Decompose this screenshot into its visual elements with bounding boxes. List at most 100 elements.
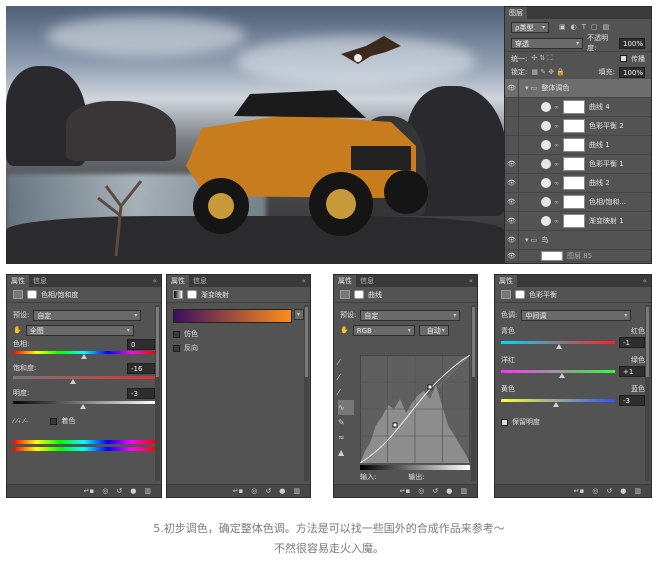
- eye-icon[interactable]: [505, 98, 519, 116]
- layer-row[interactable]: 👁 ∞ 色彩平衡 1: [505, 155, 651, 174]
- yellow-blue-slider[interactable]: [501, 399, 615, 407]
- scrollbar[interactable]: [155, 305, 160, 481]
- unify-icons[interactable]: ✣ ⇅ ⛶: [531, 54, 552, 63]
- tab-layers[interactable]: 图层: [505, 7, 527, 19]
- curve-graph[interactable]: [360, 355, 470, 463]
- trash-icon[interactable]: ▥: [634, 487, 641, 495]
- layer-row[interactable]: 👁 图层 85: [505, 250, 651, 262]
- white-eyedropper-icon[interactable]: ⁄: [338, 385, 354, 400]
- tab-info[interactable]: 信息: [356, 275, 378, 287]
- reset-icon[interactable]: ↺: [116, 487, 122, 495]
- saturation-slider[interactable]: [13, 376, 155, 384]
- smart-filter-icon[interactable]: ▤: [603, 23, 610, 31]
- text-filter-icon[interactable]: T: [582, 23, 586, 31]
- trash-icon[interactable]: ▥: [144, 487, 151, 495]
- layer-group-bird[interactable]: 👁 ▾ ▭ 鸟: [505, 231, 651, 250]
- clip-icon[interactable]: ↵▪: [233, 487, 244, 495]
- tone-select[interactable]: 中间调: [521, 309, 632, 321]
- eye-icon[interactable]: 👁: [505, 79, 519, 97]
- visibility-icon[interactable]: ●: [620, 487, 626, 495]
- trash-icon[interactable]: ▥: [293, 487, 300, 495]
- magenta-green-slider[interactable]: [501, 370, 615, 378]
- hue-field[interactable]: 0: [127, 338, 155, 350]
- eye-icon[interactable]: 👁: [505, 174, 519, 192]
- cyan-red-field[interactable]: -1: [619, 337, 645, 348]
- visibility-icon[interactable]: ●: [279, 487, 285, 495]
- saturation-field[interactable]: -16: [127, 362, 155, 374]
- mask-icon[interactable]: [515, 290, 525, 299]
- reverse-checkbox[interactable]: [173, 344, 180, 352]
- lightness-thumb[interactable]: [79, 404, 86, 409]
- clip-icon[interactable]: ↵▪: [84, 487, 95, 495]
- tab-properties[interactable]: 属性: [334, 275, 356, 287]
- fill-field[interactable]: 100%: [619, 66, 645, 78]
- reset-icon[interactable]: ↺: [265, 487, 271, 495]
- cyan-red-thumb[interactable]: [555, 344, 562, 349]
- view-previous-icon[interactable]: ◎: [251, 487, 257, 495]
- view-previous-icon[interactable]: ◎: [102, 487, 108, 495]
- collapse-icon[interactable]: «: [469, 277, 477, 285]
- scrollbar[interactable]: [471, 305, 476, 481]
- auto-button[interactable]: 自动: [418, 324, 449, 336]
- hue-thumb[interactable]: [81, 354, 88, 359]
- layer-row[interactable]: ∞ 曲线 4: [505, 98, 651, 117]
- eye-icon[interactable]: [505, 136, 519, 154]
- layer-row[interactable]: 👁 ∞ 色相/饱和...: [505, 193, 651, 212]
- tab-info[interactable]: 信息: [189, 275, 211, 287]
- lock-icons[interactable]: ▦ ✎ ✥ 🔒: [531, 68, 565, 76]
- tab-properties[interactable]: 属性: [495, 275, 517, 287]
- channel-select[interactable]: RGB: [352, 324, 415, 336]
- view-previous-icon[interactable]: ◎: [592, 487, 598, 495]
- pencil-icon[interactable]: ✎: [338, 415, 354, 430]
- eyedropper-icons[interactable]: ⁄ ⁄₊ ⁄₋: [13, 417, 28, 425]
- eye-icon[interactable]: 👁: [505, 155, 519, 173]
- layer-row[interactable]: 👁 ∞ 曲线 2: [505, 174, 651, 193]
- colorize-checkbox[interactable]: [50, 417, 58, 425]
- gradient-swatch[interactable]: [173, 309, 292, 323]
- preset-select[interactable]: 自定: [33, 309, 142, 321]
- propagate-checkbox[interactable]: [620, 55, 627, 62]
- visibility-icon[interactable]: ●: [130, 487, 136, 495]
- shape-filter-icon[interactable]: ▢: [591, 23, 598, 31]
- hue-slider[interactable]: [13, 351, 155, 359]
- mask-icon[interactable]: [27, 290, 37, 299]
- magenta-green-field[interactable]: +1: [619, 366, 645, 377]
- layer-row[interactable]: ∞ 曲线 1: [505, 136, 651, 155]
- collapse-icon[interactable]: «: [153, 277, 161, 285]
- preserve-luminosity-checkbox[interactable]: [501, 418, 508, 426]
- layer-row[interactable]: 👁 ∞ 渐变映射 1: [505, 212, 651, 231]
- dither-checkbox[interactable]: [173, 330, 180, 338]
- magenta-green-thumb[interactable]: [559, 373, 566, 378]
- trash-icon[interactable]: ▥: [460, 487, 467, 495]
- target-adjust-icon[interactable]: ✋: [340, 326, 349, 334]
- scrollbar[interactable]: [645, 305, 650, 481]
- black-eyedropper-icon[interactable]: ⁄: [338, 355, 354, 370]
- collapse-icon[interactable]: «: [643, 277, 651, 285]
- channel-select[interactable]: 全图: [25, 324, 134, 336]
- reset-icon[interactable]: ↺: [606, 487, 612, 495]
- hand-icon[interactable]: ✋: [13, 326, 22, 334]
- eye-icon[interactable]: 👁: [505, 231, 519, 249]
- tab-info[interactable]: 信息: [29, 275, 51, 287]
- clip-icon[interactable]: ↵▪: [574, 487, 585, 495]
- lightness-field[interactable]: -3: [127, 387, 155, 399]
- eye-icon[interactable]: [505, 117, 519, 135]
- smooth-icon[interactable]: ≈: [338, 430, 354, 445]
- tab-properties[interactable]: 属性: [167, 275, 189, 287]
- yellow-blue-field[interactable]: -3: [619, 395, 645, 406]
- saturation-thumb[interactable]: [69, 379, 76, 384]
- eye-icon[interactable]: 👁: [505, 212, 519, 230]
- gradient-dropdown[interactable]: [294, 309, 304, 320]
- tab-properties[interactable]: 属性: [7, 275, 29, 287]
- clipping-icon[interactable]: ▲: [338, 445, 354, 460]
- cyan-red-slider[interactable]: [501, 341, 615, 349]
- preset-select[interactable]: 自定: [360, 309, 461, 321]
- reset-icon[interactable]: ↺: [432, 487, 438, 495]
- adjust-filter-icon[interactable]: ◐: [571, 23, 577, 31]
- curve-point-icon[interactable]: ∿: [338, 400, 354, 415]
- layer-group-overall[interactable]: 👁 ▾ ▭ 整体调色: [505, 79, 651, 98]
- blend-mode-select[interactable]: 穿透: [511, 37, 584, 49]
- clip-icon[interactable]: ↵▪: [400, 487, 411, 495]
- eye-icon[interactable]: 👁: [505, 193, 519, 211]
- collapse-icon[interactable]: «: [302, 277, 310, 285]
